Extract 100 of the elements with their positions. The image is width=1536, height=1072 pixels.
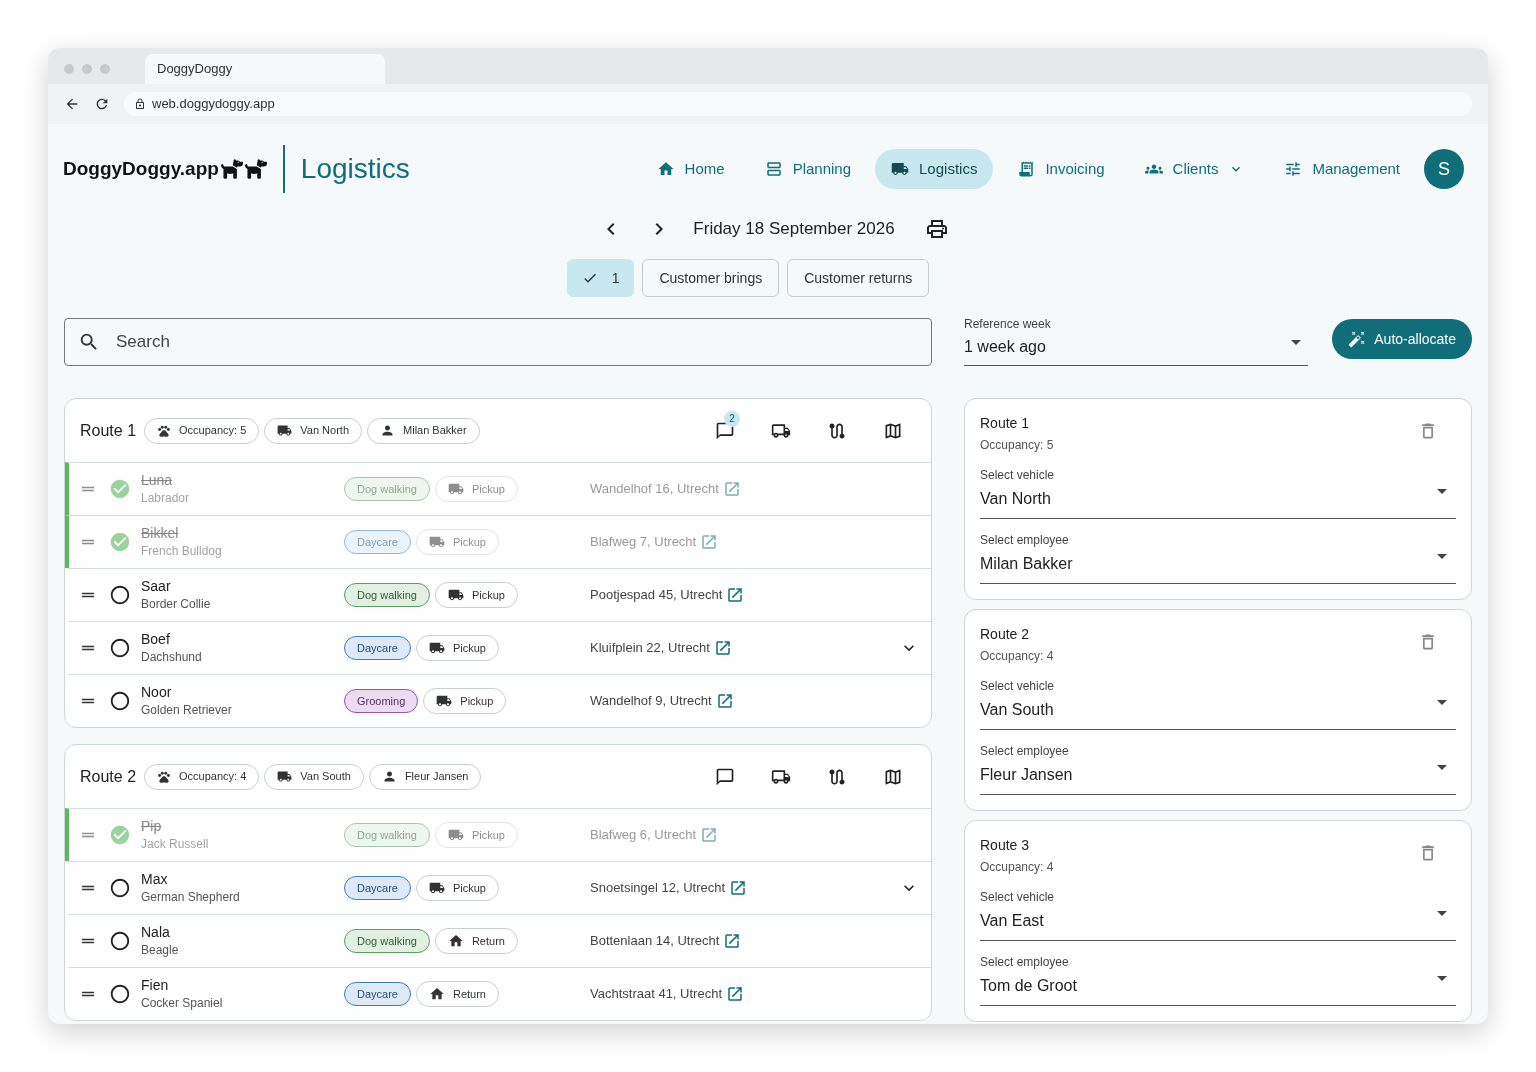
service-tag: Daycare (344, 530, 411, 554)
service-tag: Dog walking (344, 823, 430, 847)
dropdown-caret-icon (1437, 976, 1447, 981)
sliders-icon (1284, 160, 1303, 178)
truck-icon (436, 693, 453, 709)
external-link-icon[interactable] (726, 985, 744, 1003)
logo-text: DoggyDoggy.app (63, 156, 219, 181)
dog-breed: French Bulldog (141, 544, 223, 560)
home-icon (656, 160, 675, 178)
address: Blafweg 6, Utrecht (590, 826, 697, 845)
select-field[interactable]: Select employee Fleur Jansen (980, 742, 1456, 795)
route-title: Route 1 (980, 414, 1031, 433)
select-field[interactable]: Select vehicle Van East (980, 888, 1456, 941)
service-tag: Daycare (344, 982, 411, 1006)
occupancy-text: Occupancy: 5 (980, 437, 1055, 454)
external-link-icon[interactable] (715, 692, 734, 710)
paw-icon (157, 769, 172, 784)
select-field[interactable]: Select employee Milan Bakker (980, 531, 1456, 584)
external-link-icon[interactable] (723, 932, 742, 950)
external-link-icon[interactable] (726, 586, 745, 604)
dropdown-caret-icon (1437, 911, 1447, 916)
service-tag: Grooming (344, 689, 419, 713)
dog-name: Bikkel (141, 524, 180, 543)
lock-icon (134, 98, 146, 110)
select-field[interactable]: Select vehicle Van South (980, 677, 1456, 730)
dog-icon (220, 158, 243, 180)
external-link-icon[interactable] (729, 879, 748, 897)
magic-wand-icon (1348, 330, 1367, 348)
dog-breed: Dachshund (141, 650, 203, 666)
reload-icon[interactable] (94, 96, 110, 112)
address: Wandelhof 9, Utrecht (590, 692, 712, 711)
comment-icon[interactable] (715, 766, 735, 787)
select-field[interactable]: Select vehicle Van North (980, 466, 1456, 519)
filter-toggle[interactable]: Customer returns (787, 259, 930, 297)
nav-tab[interactable]: Planning (748, 149, 867, 189)
auto-allocate-button[interactable]: Auto-allocate (1332, 319, 1472, 359)
dog-breed: Beagle (141, 943, 180, 959)
occupancy-text: Occupancy: 4 (980, 648, 1055, 665)
truck-icon (891, 160, 909, 178)
address: Bottenlaan 14, Utrecht (590, 932, 720, 951)
nav-tab[interactable]: Home (640, 149, 741, 189)
truck-icon (447, 481, 464, 497)
printer-icon[interactable] (924, 217, 949, 241)
truck-icon (447, 827, 464, 843)
route-title: Route 3 (980, 836, 1031, 855)
dog-breed: Labrador (141, 491, 191, 507)
transport-chip: Pickup (415, 875, 499, 901)
address: Pootjespad 45, Utrecht (590, 586, 723, 605)
page-title: Logistics (300, 152, 410, 186)
home-icon (428, 986, 445, 1002)
select-field[interactable]: Select employee Tom de Groot (980, 953, 1456, 1006)
avatar[interactable]: S (1424, 149, 1464, 189)
dog-breed: Cocker Spaniel (141, 996, 224, 1012)
address: Vachtstraat 41, Utrecht (590, 985, 722, 1004)
dog-name: Fien (141, 976, 170, 995)
address: Blafweg 7, Utrecht (590, 533, 697, 552)
filter-toggle[interactable]: 1 (566, 259, 635, 297)
transport-chip: Return (434, 928, 518, 954)
dog-name: Noor (141, 683, 173, 702)
dog-name: Pip (141, 817, 163, 836)
dog-icon (244, 158, 267, 180)
address: Kluifplein 22, Utrecht (590, 639, 710, 658)
browser-tab[interactable]: DoggyDoggy (145, 54, 385, 84)
address-bar[interactable]: web.doggydoggy.app (124, 92, 1472, 116)
paw-icon (157, 423, 172, 438)
address: Snoetsingel 12, Utrecht (590, 879, 726, 898)
service-tag: Dog walking (344, 477, 430, 501)
transport-chip: Return (415, 981, 499, 1007)
reference-week-select[interactable]: Reference week 1 week ago (964, 318, 1308, 366)
dog-name: Boef (141, 630, 171, 649)
search-field[interactable]: Search (64, 318, 932, 366)
dog-name: Max (141, 870, 169, 889)
nav-tab[interactable]: Clients (1128, 149, 1261, 189)
truck-icon (428, 640, 445, 656)
dog-name: Nala (141, 923, 171, 942)
truck-icon (447, 587, 464, 603)
service-tag: Dog walking (344, 929, 430, 953)
person-icon (380, 423, 396, 438)
home-icon (447, 933, 464, 949)
back-icon[interactable] (64, 96, 80, 112)
dog-breed: Border Collie (141, 597, 212, 613)
transport-chip: Pickup (434, 582, 518, 608)
external-link-icon[interactable] (713, 639, 732, 657)
nav-tab[interactable]: Invoicing (1001, 149, 1121, 189)
truck-icon (428, 534, 445, 550)
rows-icon (764, 160, 783, 178)
transport-chip: Pickup (434, 822, 518, 848)
nav-tab[interactable]: Logistics (875, 149, 994, 189)
service-tag: Daycare (344, 636, 411, 660)
service-tag: Daycare (344, 876, 411, 900)
route-title: Route 2 (980, 625, 1031, 644)
search-icon (78, 331, 100, 353)
filter-toggle[interactable]: Customer brings (642, 259, 780, 297)
dropdown-caret-icon (1291, 340, 1301, 345)
nav-tab[interactable]: Management (1268, 149, 1416, 189)
dog-breed: German Shepherd (141, 890, 241, 906)
dropdown-caret-icon (1437, 700, 1447, 705)
truck-icon (277, 769, 293, 784)
dropdown-caret-icon (1437, 554, 1447, 559)
transport-chip: Pickup (434, 476, 518, 502)
